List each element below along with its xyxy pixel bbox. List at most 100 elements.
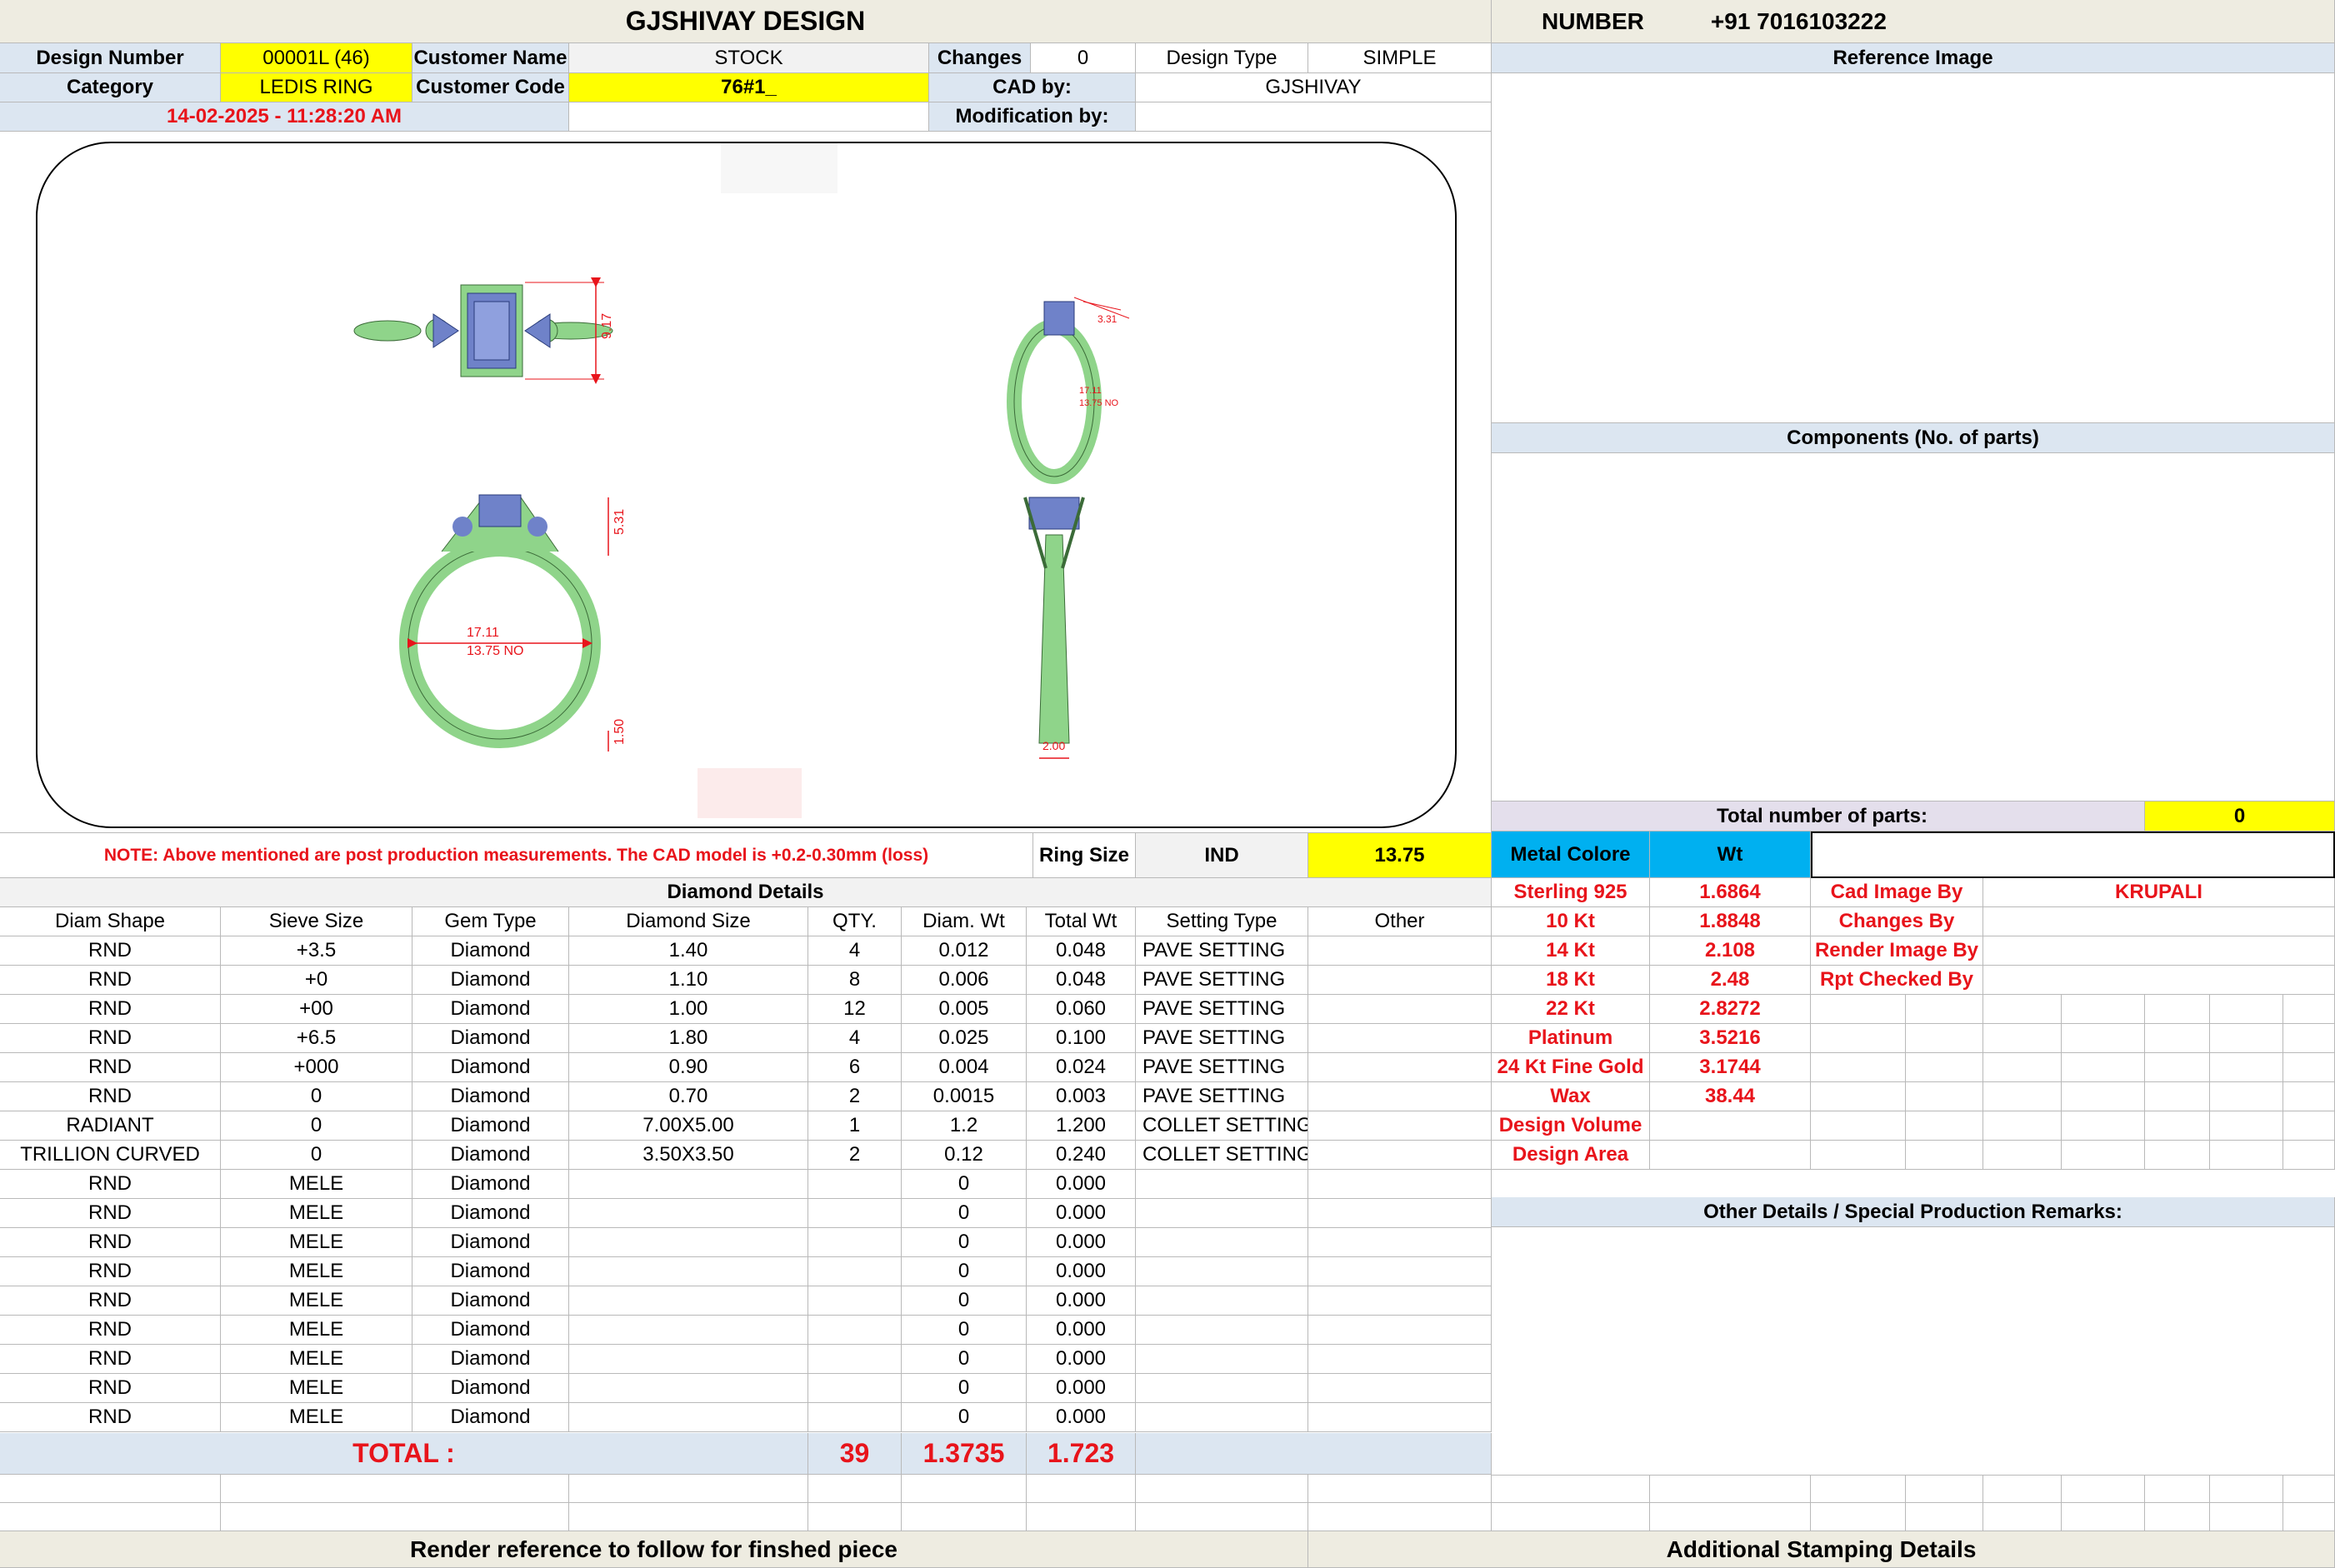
diamond-total-wt-cell: 0.048 — [1027, 966, 1136, 995]
design-type-value: SIMPLE — [1308, 43, 1492, 73]
grid-cell — [2210, 1082, 2283, 1111]
additional-stamping: Additional Stamping Details — [1308, 1531, 2335, 1568]
diamond-diamond-size-cell — [569, 1374, 808, 1403]
diamond-setting-type-cell — [1136, 1170, 1308, 1199]
header-gem-type: Gem Type — [412, 907, 569, 936]
diamond-gem-type-cell: Diamond — [412, 936, 569, 966]
cad-by-value: GJSHIVAY — [1136, 73, 1492, 102]
diamond-sieve-size-cell: MELE — [221, 1199, 412, 1228]
grid-cell — [1811, 1024, 1906, 1053]
diamond-diam-shape-cell: RADIANT — [0, 1111, 221, 1141]
phone-number: +91 7016103222 — [1710, 7, 1887, 34]
grid-cell — [1983, 1111, 2062, 1141]
blank-cell — [0, 1475, 221, 1503]
metal-name: 14 Kt — [1492, 936, 1650, 966]
blank-cell — [0, 1503, 221, 1531]
diamond-sieve-size-cell: 0 — [221, 1111, 412, 1141]
dim-shank-width: 2.00 — [1042, 739, 1065, 752]
metal-name: Design Volume — [1492, 1111, 1650, 1141]
blank-cell — [1650, 1475, 1811, 1503]
header-diam-shape: Diam Shape — [0, 907, 221, 936]
blank-cell — [221, 1475, 569, 1503]
blank-cell — [1983, 1475, 2062, 1503]
diamond-diam-shape-cell: RND — [0, 936, 221, 966]
diamond-sieve-size-cell: MELE — [221, 1345, 412, 1374]
diamond-diam-shape-cell: RND — [0, 1024, 221, 1053]
customer-code-value: 76#1_ — [569, 73, 929, 102]
diamond-total-wt-cell: 0.003 — [1027, 1082, 1136, 1111]
diamond-gem-type-cell: Diamond — [412, 1199, 569, 1228]
credit-label: Rpt Checked By — [1811, 966, 1983, 995]
diamond-setting-type-cell: PAVE SETTING — [1136, 1053, 1308, 1082]
changes-label: Changes — [929, 43, 1031, 73]
remarks-label: Other Details / Special Production Remar… — [1492, 1197, 2335, 1227]
diamond-setting-type-cell — [1136, 1228, 1308, 1257]
diamond-qty-cell — [808, 1199, 902, 1228]
diamond-diamond-size-cell — [569, 1345, 808, 1374]
diamond-sieve-size-cell: MELE — [221, 1170, 412, 1199]
grid-cell — [1983, 1024, 2062, 1053]
ring-size-label: Ring Size — [1033, 833, 1136, 878]
grid-cell — [1983, 1053, 2062, 1082]
customer-code-label: Customer Code — [412, 73, 569, 102]
diamond-total-wt-cell: 0.024 — [1027, 1053, 1136, 1082]
header-diamond-size: Diamond Size — [569, 907, 808, 936]
remarks-area — [1492, 1227, 2335, 1476]
diamond-diam-shape-cell: RND — [0, 1228, 221, 1257]
diamond-total-wt-cell: 0.000 — [1027, 1316, 1136, 1345]
diamond-diamond-size-cell: 3.50X3.50 — [569, 1141, 808, 1170]
diamond-gem-type-cell: Diamond — [412, 1024, 569, 1053]
diamond-diamond-size-cell: 0.70 — [569, 1082, 808, 1111]
diamond-total-wt-cell: 0.100 — [1027, 1024, 1136, 1053]
total-parts-label: Total number of parts: — [1492, 801, 2145, 831]
diamond-gem-type-cell: Diamond — [412, 1286, 569, 1316]
design-number-label: Design Number — [0, 43, 221, 73]
metal-name: 10 Kt — [1492, 907, 1650, 936]
grid-cell — [1906, 1082, 1983, 1111]
components-area — [1492, 453, 2335, 801]
grid-cell — [2210, 1053, 2283, 1082]
render-reference-note: Render reference to follow for finshed p… — [0, 1531, 1308, 1568]
diamond-other-cell — [1308, 1286, 1492, 1316]
diamond-diam-shape-cell: RND — [0, 1082, 221, 1111]
reference-image-area — [1492, 73, 2335, 423]
diamond-qty-cell: 8 — [808, 966, 902, 995]
blank-cell — [1308, 1475, 1492, 1503]
diamond-diam-wt-cell: 0 — [902, 1316, 1027, 1345]
diamond-setting-type-cell — [1136, 1374, 1308, 1403]
diamond-qty-cell — [808, 1403, 902, 1432]
diamond-total-wt-cell: 0.000 — [1027, 1403, 1136, 1432]
diamond-diamond-size-cell — [569, 1316, 808, 1345]
total-qty: 39 — [808, 1433, 902, 1475]
diamond-qty-cell — [808, 1257, 902, 1286]
dim-small-a: 3.31 — [1098, 313, 1118, 325]
header-sieve-size: Sieve Size — [221, 907, 412, 936]
diamond-diamond-size-cell — [569, 1403, 808, 1432]
number-label: NUMBER — [1542, 7, 1644, 34]
metal-name: Design Area — [1492, 1141, 1650, 1170]
diamond-gem-type-cell: Diamond — [412, 1170, 569, 1199]
category-value: LEDIS RING — [221, 73, 412, 102]
grid-cell — [2283, 1082, 2335, 1111]
diamond-sieve-size-cell: MELE — [221, 1316, 412, 1345]
diamond-sieve-size-cell: MELE — [221, 1228, 412, 1257]
diamond-total-wt-cell: 0.048 — [1027, 936, 1136, 966]
design-number-value: 00001L (46) — [221, 43, 412, 73]
blank-cell — [1650, 1503, 1811, 1531]
blank-cell — [1027, 1475, 1136, 1503]
diamond-qty-cell — [808, 1170, 902, 1199]
diamond-setting-type-cell: COLLET SETTING — [1136, 1111, 1308, 1141]
ring-size-standard: IND — [1136, 833, 1308, 878]
diamond-qty-cell — [808, 1228, 902, 1257]
blank-cell — [1811, 1475, 1906, 1503]
diamond-gem-type-cell: Diamond — [412, 1228, 569, 1257]
grid-cell — [2283, 1024, 2335, 1053]
diamond-sieve-size-cell: +000 — [221, 1053, 412, 1082]
diamond-sieve-size-cell: +0 — [221, 966, 412, 995]
diamond-details-title: Diamond Details — [0, 878, 1492, 907]
diamond-sieve-size-cell: MELE — [221, 1403, 412, 1432]
blank-cell — [2283, 1475, 2335, 1503]
grid-cell — [1811, 995, 1906, 1024]
metal-name: 18 Kt — [1492, 966, 1650, 995]
sheet-title: GJSHIVAY DESIGN — [0, 0, 1492, 43]
